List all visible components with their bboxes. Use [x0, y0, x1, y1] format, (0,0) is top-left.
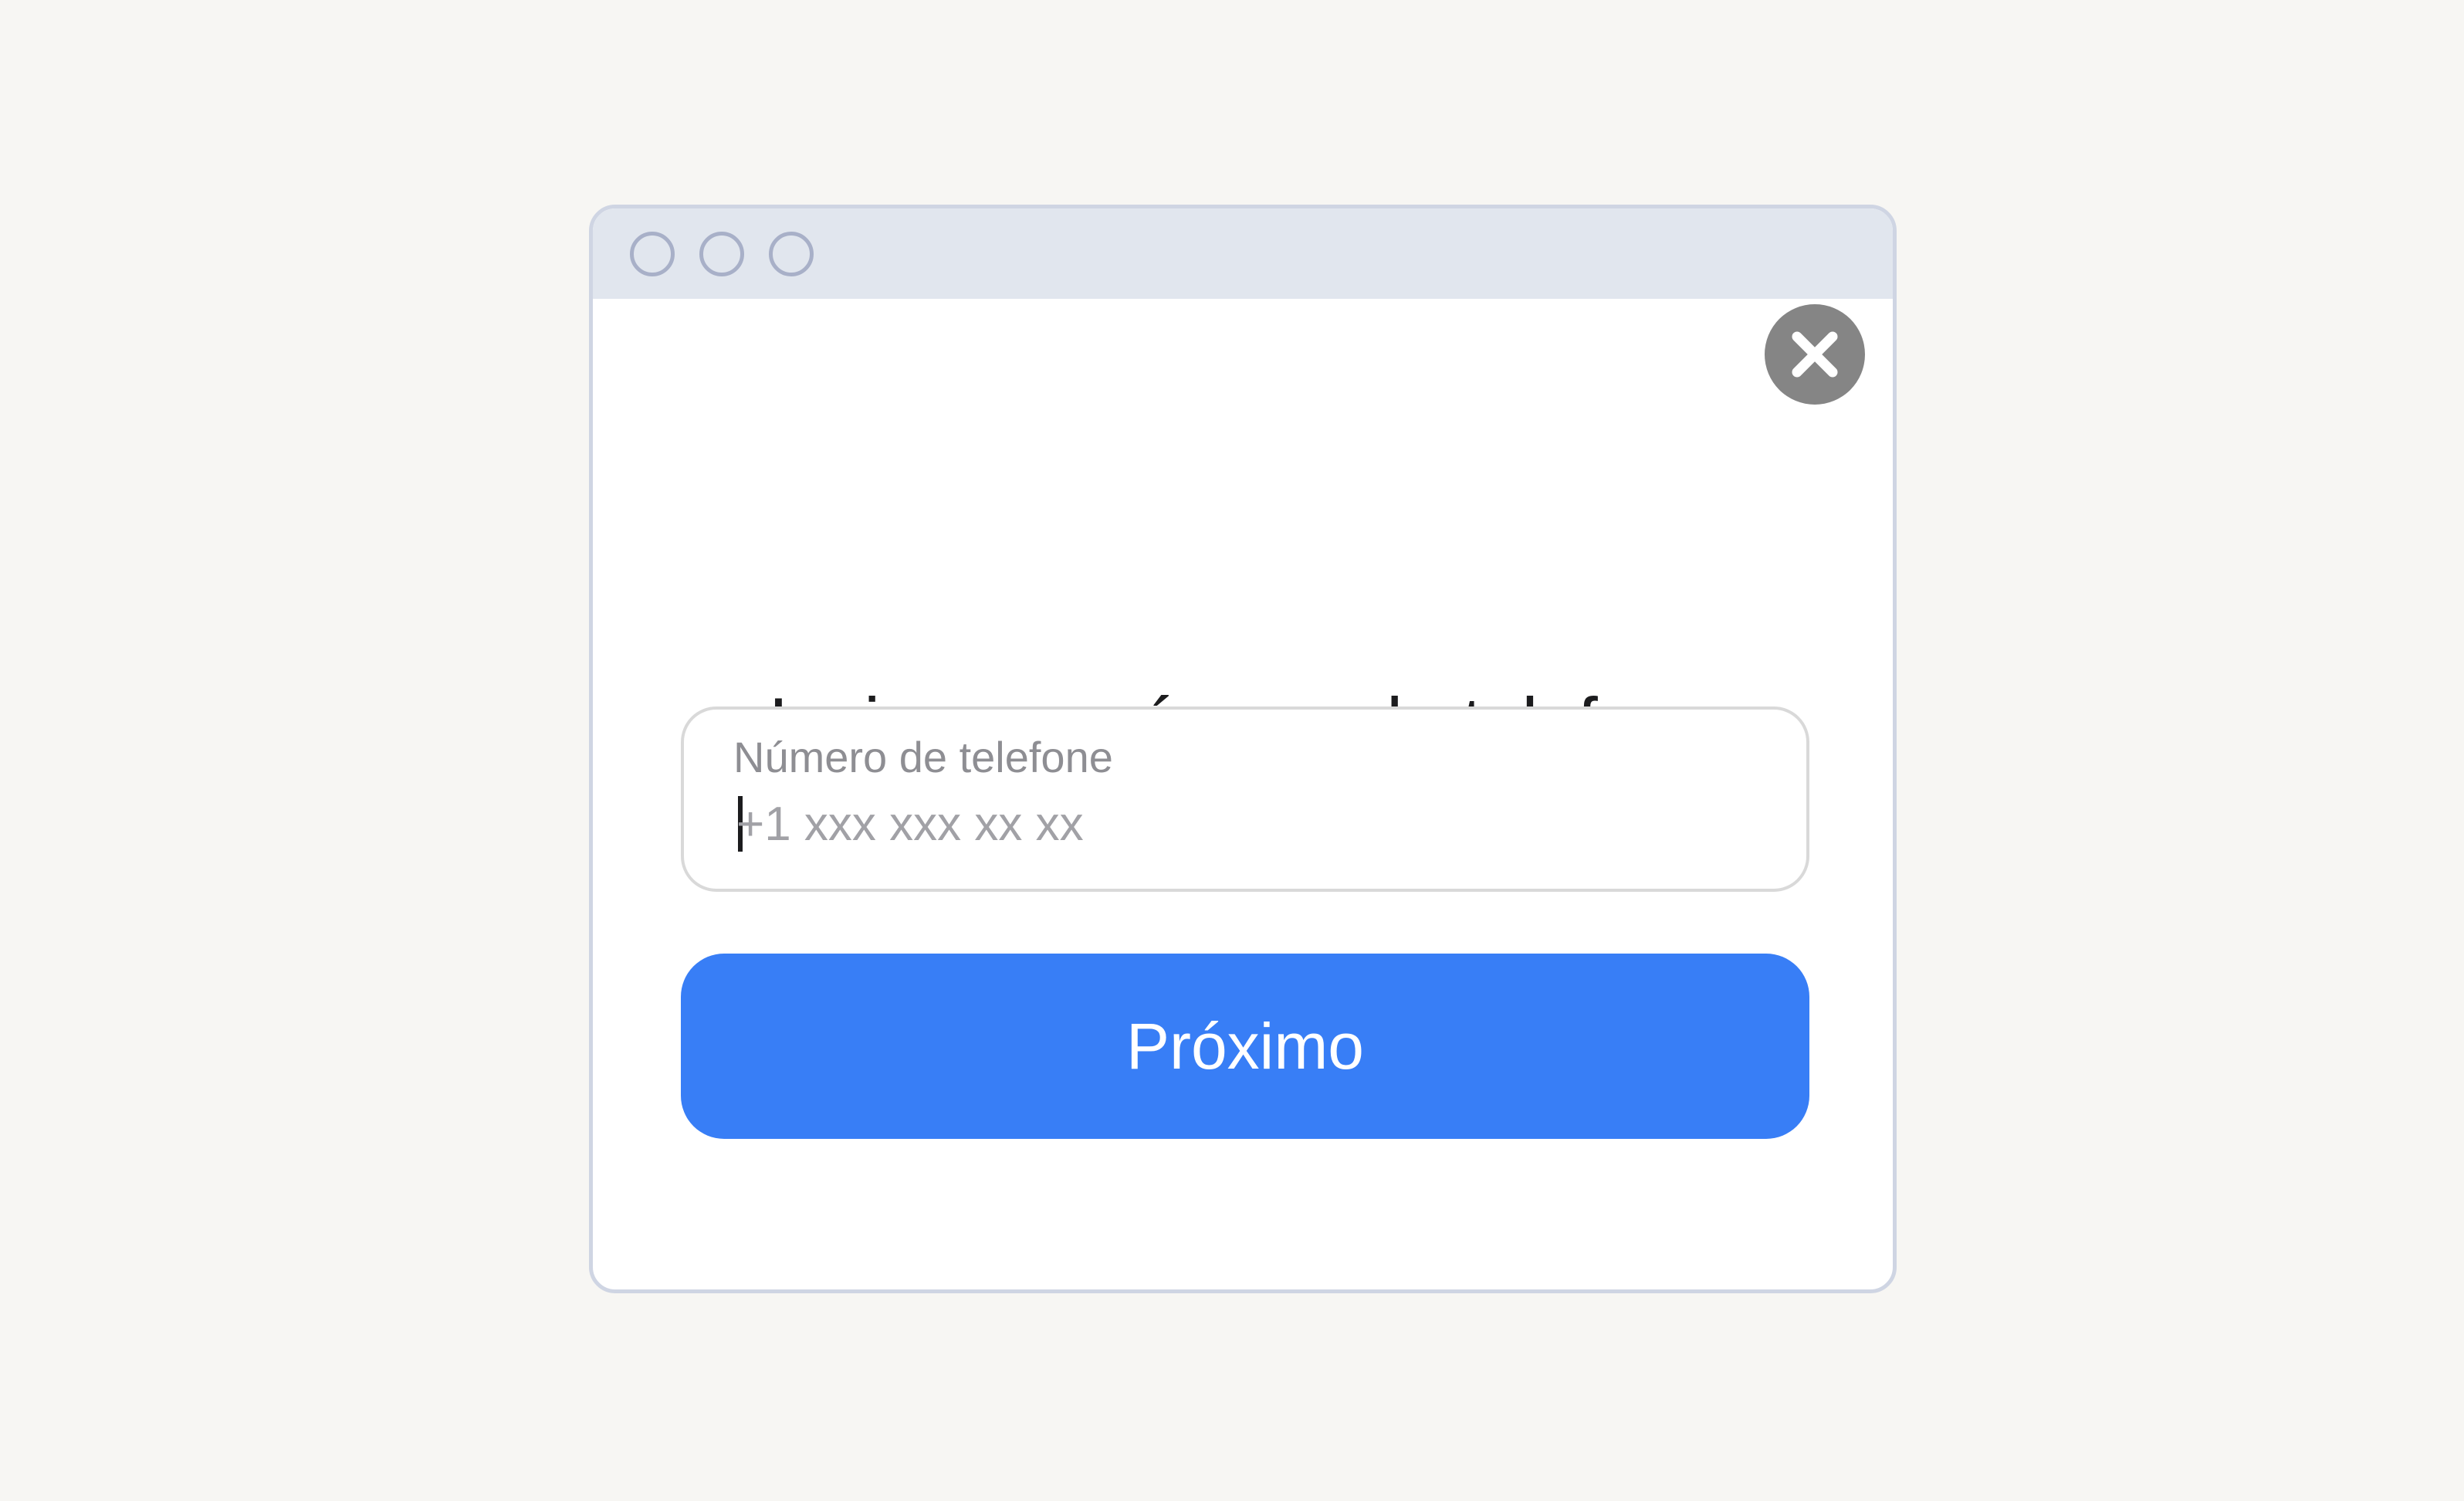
- window-titlebar: [593, 208, 1893, 299]
- phone-number-field[interactable]: Número de telefone: [681, 706, 1809, 892]
- window-control-circle-icon[interactable]: [769, 232, 814, 276]
- close-button[interactable]: [1765, 304, 1865, 405]
- phone-field-label: Número de telefone: [733, 733, 1113, 781]
- browser-window: Insira seu número de telefone Número de …: [589, 205, 1897, 1293]
- window-control-circle-icon[interactable]: [699, 232, 744, 276]
- close-icon: [1792, 331, 1838, 378]
- window-control-circle-icon[interactable]: [630, 232, 675, 276]
- phone-number-input[interactable]: [736, 793, 1740, 855]
- next-button[interactable]: Próximo: [681, 954, 1809, 1139]
